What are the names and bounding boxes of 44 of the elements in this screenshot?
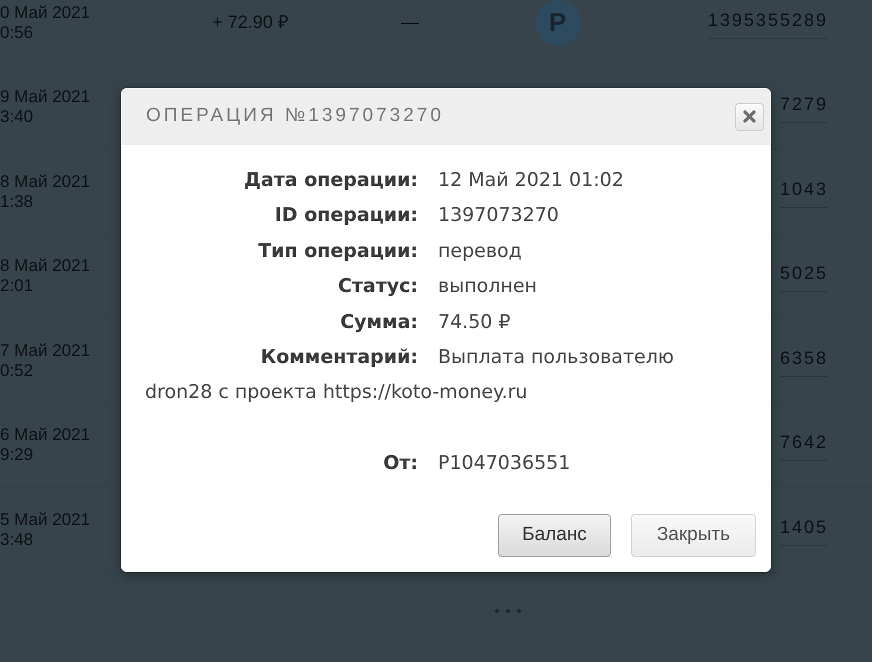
time-text: 2:01 [0,276,34,296]
field-label: Дата операции: [243,168,418,193]
operation-id-link[interactable]: 6358 [780,344,828,377]
operation-id-link[interactable]: 1405 [780,514,828,546]
date-text: 8 Май 2021 [0,172,90,192]
field-text: Комментарий: Выплата пользователю dron28 с проекта https://koto-money.ru [145,345,675,406]
time-text: 3:40 [0,107,34,128]
time-text: 3:48 [0,530,34,550]
operation-id-link[interactable]: 1395355289 [708,6,828,39]
date-text: 6 Май 2021 [0,425,90,446]
operation-id-link[interactable]: 5025 [780,260,828,292]
time-text: 0:56 [0,22,34,43]
field-label: Тип операции: [257,238,418,264]
date-text: 9 Май 2021 [0,87,90,108]
operation-id-link[interactable]: 7279 [780,91,828,124]
field-label: Сумма: [339,310,418,335]
field-value: 74.50 ₽ [438,310,511,333]
operation-id-link[interactable]: 7642 [780,429,828,462]
close-dialog-button[interactable]: Закрыть [630,514,756,557]
pagination-dot-icon[interactable] [506,608,510,612]
pagination-dot-icon[interactable] [495,608,499,612]
time-text: 1:38 [0,192,34,212]
field-value: P1047036551 [438,452,570,474]
date-text: 0 Май 2021 [0,2,90,23]
field-label: ID операции: [274,203,418,228]
field-value: 12 Май 2021 01:02 [438,169,624,191]
field-value: выполнен [438,275,537,298]
close-button[interactable] [735,102,764,130]
time-text: 9:29 [0,445,34,466]
time-text: 0:52 [0,360,34,381]
balance-button[interactable]: Баланс [498,514,611,557]
date-text: 7 Май 2021 [0,340,90,361]
amount-text: + 72.90 ₽ [212,11,288,34]
date-text: 8 Май 2021 [0,256,90,276]
operation-id-link[interactable]: 1043 [780,176,828,208]
field-label: Статус: [336,274,418,300]
field-value: 1397073270 [438,204,559,226]
close-icon [743,110,756,123]
field-label: От: [382,451,418,476]
date-text: 5 Май 2021 [0,510,90,530]
field-value: перевод [438,240,522,262]
fee-text: — [401,11,419,34]
pagination-dot-icon[interactable] [517,608,521,612]
dialog-title: ОПЕРАЦИЯ №1397073270 [146,105,444,128]
